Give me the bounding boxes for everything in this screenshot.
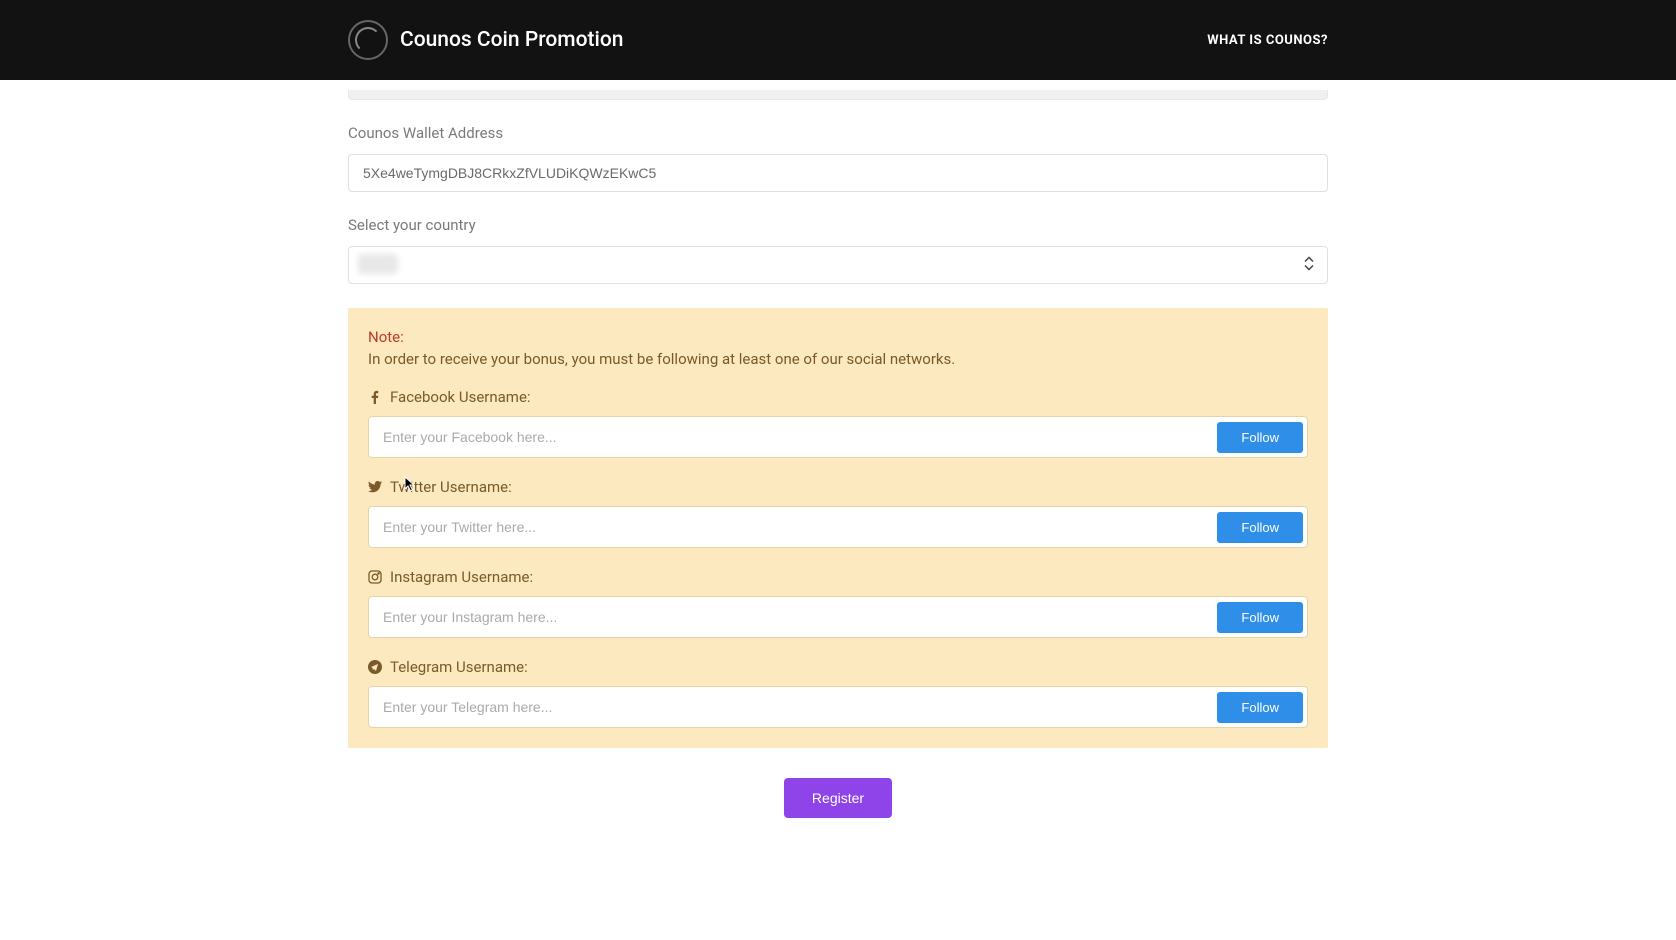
twitter-label: Twitter Username: [368,478,1308,496]
instagram-input[interactable] [373,601,1217,633]
note-box: Note: In order to receive your bonus, yo… [348,308,1328,748]
country-label: Select your country [348,216,1328,234]
header: Counos Coin Promotion WHAT IS COUNOS? [0,0,1676,80]
twitter-follow-button[interactable]: Follow [1217,512,1303,543]
country-blur-placeholder [358,254,398,274]
facebook-label: Facebook Username: [368,388,1308,406]
facebook-label-text: Facebook Username: [390,388,531,406]
twitter-row: Twitter Username: Follow [368,478,1308,548]
brand-title: Counos Coin Promotion [400,28,623,52]
logo-group: Counos Coin Promotion [348,20,623,60]
facebook-input[interactable] [373,421,1217,453]
twitter-label-text: Twitter Username: [390,478,512,496]
telegram-input-group: Follow [368,686,1308,728]
nav-what-is-counos[interactable]: WHAT IS COUNOS? [1207,33,1328,48]
note-title: Note: [368,328,1308,346]
telegram-icon [368,660,382,674]
instagram-follow-button[interactable]: Follow [1217,602,1303,633]
facebook-row: Facebook Username: Follow [368,388,1308,458]
country-select-wrapper [348,246,1328,284]
instagram-row: Instagram Username: Follow [368,568,1308,638]
telegram-follow-button[interactable]: Follow [1217,692,1303,723]
telegram-row: Telegram Username: Follow [368,658,1308,728]
instagram-label-text: Instagram Username: [390,568,533,586]
wallet-address-label: Counos Wallet Address [348,124,1328,142]
country-select[interactable] [348,246,1328,284]
facebook-follow-button[interactable]: Follow [1217,422,1303,453]
form-container: Counos Wallet Address Select your countr… [348,80,1328,818]
note-text: In order to receive your bonus, you must… [368,350,1308,368]
twitter-input-group: Follow [368,506,1308,548]
previous-field-stub [348,90,1328,100]
telegram-label-text: Telegram Username: [390,658,528,676]
twitter-icon [368,480,382,494]
telegram-input[interactable] [373,691,1217,723]
facebook-input-group: Follow [368,416,1308,458]
instagram-input-group: Follow [368,596,1308,638]
twitter-input[interactable] [373,511,1217,543]
instagram-label: Instagram Username: [368,568,1308,586]
register-button[interactable]: Register [784,778,892,818]
telegram-label: Telegram Username: [368,658,1308,676]
instagram-icon [368,570,382,584]
facebook-icon [368,390,382,404]
wallet-address-input[interactable] [348,154,1328,192]
logo-icon [348,20,388,60]
